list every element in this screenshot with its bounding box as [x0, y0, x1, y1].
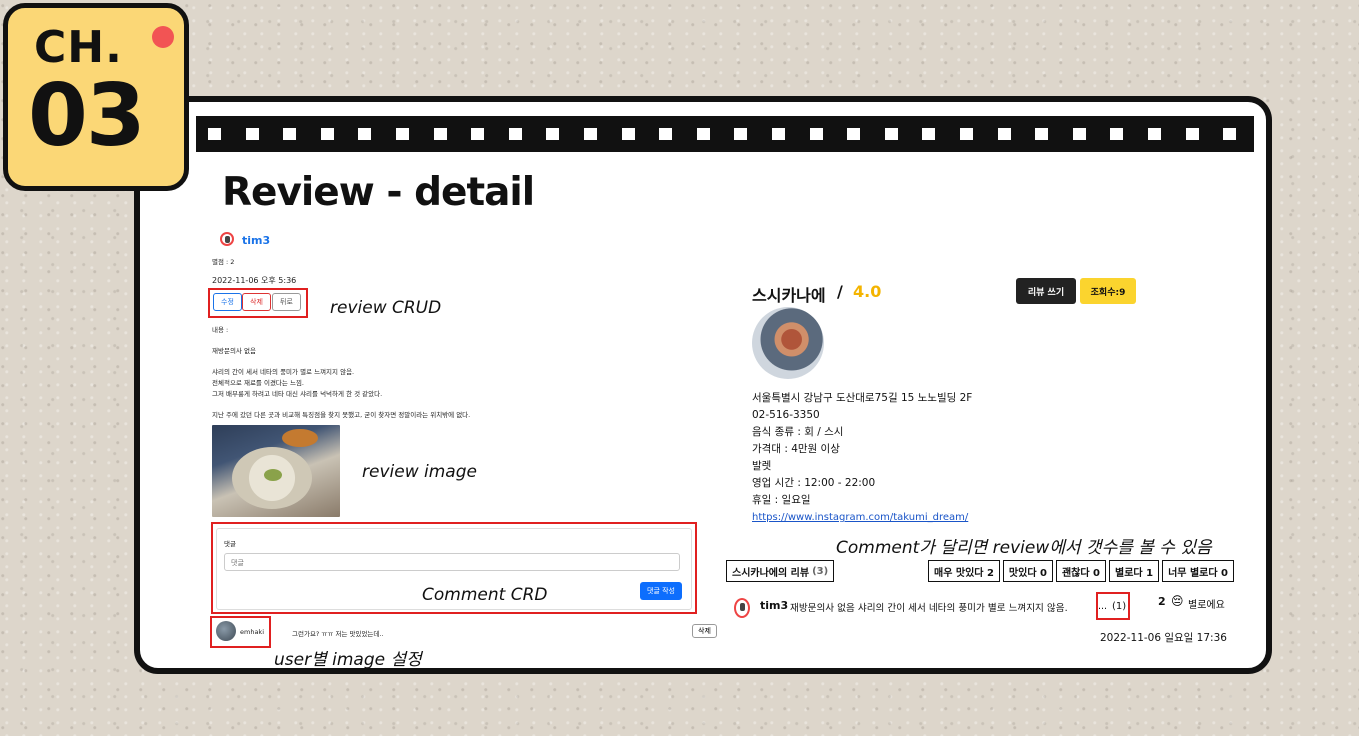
film-hole: [1110, 128, 1124, 140]
restaurant-price: 가격대 : 4만원 이상: [752, 443, 840, 455]
film-hole: [283, 128, 297, 140]
film-hole: [546, 128, 560, 140]
review-list-title-text: 스시카나에의 리뷰: [732, 567, 810, 579]
review-paragraph: 재방문의사 없음: [212, 347, 256, 355]
chapter-badge: CH. 03: [3, 3, 189, 191]
comment-delete-button[interactable]: 삭제: [692, 624, 717, 638]
film-hole: [997, 128, 1011, 140]
review-item-avatar: [734, 598, 750, 618]
back-button[interactable]: 뒤로: [272, 293, 301, 311]
film-hole: [659, 128, 673, 140]
review-item-rating: 2: [1158, 595, 1166, 608]
restaurant-food-type: 음식 종류 : 회 / 스시: [752, 426, 844, 438]
slide-frame: Review - detail tim3 별점 : 2 2022-11-06 오…: [134, 96, 1272, 674]
film-hole: [358, 128, 372, 140]
commenter-avatar: [216, 621, 236, 641]
review-item-comment-count: (1): [1112, 601, 1127, 612]
author-avatar: [220, 232, 234, 246]
annotation-crud: review CRUD: [330, 298, 442, 318]
film-hole: [396, 128, 409, 140]
film-hole: [1148, 128, 1161, 140]
film-hole: [1185, 128, 1199, 140]
film-hole: [471, 128, 485, 140]
annotation-image: review image: [362, 462, 477, 482]
chapter-number: 03: [28, 66, 146, 166]
film-hole: [960, 128, 973, 140]
film-hole: [1223, 128, 1237, 140]
review-item-date: 2022-11-06 일요일 17:36: [1100, 632, 1227, 644]
review-item-rating-text: 별로에요: [1188, 600, 1225, 611]
film-hole: [847, 128, 861, 140]
review-rating: 별점 : 2: [212, 258, 235, 266]
film-hole: [922, 128, 936, 140]
restaurant-address: 서울특별시 강남구 도산대로75길 15 노노빌딩 2F: [752, 392, 973, 404]
restaurant-image: [752, 307, 824, 379]
restaurant-score: 4.0: [853, 282, 882, 301]
comment-text: 그런가요? ㅠㅠ 저는 맛있었는데..: [292, 630, 384, 638]
write-review-button[interactable]: 리뷰 쓰기: [1016, 278, 1076, 304]
review-list-title[interactable]: 스시카나에의 리뷰 (3): [726, 560, 835, 582]
annotation-user-image: user별 image 설정: [274, 650, 422, 670]
restaurant-holiday: 휴일 : 일요일: [752, 494, 811, 506]
filter-okay[interactable]: 괜찮다 0: [1055, 560, 1107, 582]
film-hole: [245, 128, 259, 140]
view-count-badge: 조회수:9: [1080, 278, 1136, 304]
film-hole: [696, 128, 710, 140]
filter-bad[interactable]: 별로다 1: [1109, 560, 1160, 582]
film-hole: [809, 128, 823, 140]
filter-very-bad[interactable]: 너무 별로다 0: [1162, 560, 1234, 582]
edit-button[interactable]: 수정: [213, 293, 242, 311]
rating-filter-group: 매우 맛있다 2 맛있다 0 괜찮다 0 별로다 1 너무 별로다 0: [928, 560, 1234, 582]
filter-very-good[interactable]: 매우 맛있다 2: [928, 560, 1000, 582]
content-label: 내용 :: [212, 326, 229, 334]
name-separator: /: [837, 282, 843, 301]
review-paragraph: 그저 배부룽게 하려고 네타 대신 샤리를 넉넉하게 한 것 같았다.: [212, 390, 383, 398]
rating-emoji-icon: 😔: [1171, 594, 1184, 608]
comment-label: 댓글: [224, 540, 236, 548]
filter-good[interactable]: 맛있다 0: [1002, 560, 1053, 582]
restaurant-hours: 영업 시간 : 12:00 - 22:00: [752, 477, 876, 489]
film-hole: [1072, 128, 1086, 140]
film-hole: [1035, 128, 1049, 140]
review-paragraph: 전체적으로 재료를 이겼다는 느낌.: [212, 379, 304, 387]
review-author[interactable]: tim3: [242, 234, 270, 247]
commenter-name[interactable]: emhaki: [240, 628, 264, 636]
restaurant-phone: 02-516-3350: [752, 409, 820, 421]
review-paragraph: 지난 주에 갔던 다른 곳과 비교해 특징점을 찾지 못했고, 굳이 찾자면 정…: [212, 411, 471, 419]
review-timestamp: 2022-11-06 오후 5:36: [212, 276, 297, 285]
status-dot: [152, 26, 174, 48]
annotation-comment: Comment CRD: [422, 585, 548, 605]
review-item-author[interactable]: tim3: [760, 599, 788, 612]
delete-button[interactable]: 삭제: [242, 293, 271, 311]
film-hole: [584, 128, 597, 140]
restaurant-name: 스시카나에: [752, 286, 826, 305]
film-hole: [508, 128, 522, 140]
comment-submit-button[interactable]: 댓글 작성: [640, 582, 682, 600]
film-hole: [320, 128, 334, 140]
slide-title: Review - detail: [222, 170, 535, 215]
film-hole: [208, 128, 221, 140]
film-hole: [772, 128, 785, 140]
restaurant-parking: 발렛: [752, 460, 772, 472]
film-hole: [884, 128, 898, 140]
comment-input[interactable]: 댓글: [224, 553, 680, 571]
review-list-count: (3): [812, 565, 829, 577]
film-hole: [734, 128, 748, 140]
film-hole: [433, 128, 447, 140]
film-strip: [196, 116, 1254, 152]
annotation-comment-count: Comment가 달리면 review에서 갯수를 볼 수 있음: [836, 538, 1212, 558]
restaurant-link[interactable]: https://www.instagram.com/takumi_dream/: [752, 509, 968, 526]
film-hole: [621, 128, 635, 140]
review-image: [212, 425, 340, 517]
review-paragraph: 샤리의 간이 세서 네타의 풍미가 별로 느껴지지 않음.: [212, 368, 355, 376]
review-item-text[interactable]: 재방문의사 없음 샤리의 간이 세서 네타의 풍미가 별로 느껴지지 않음.: [790, 600, 1068, 614]
